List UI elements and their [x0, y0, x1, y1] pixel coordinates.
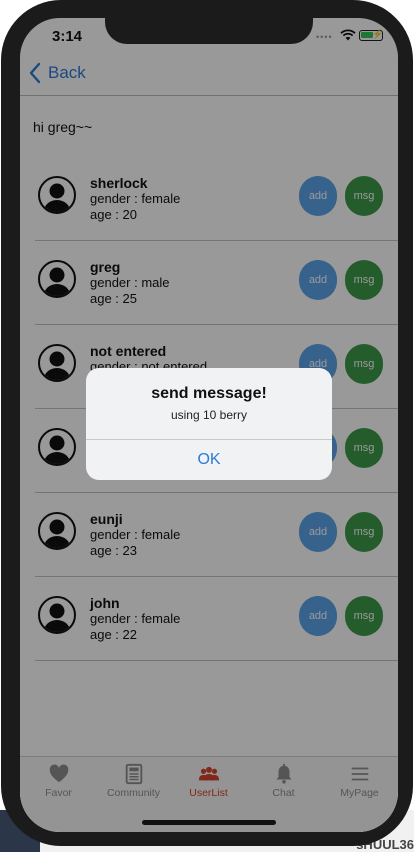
- ok-button[interactable]: OK: [86, 440, 332, 480]
- phone-frame: 3:14 •••• ⚡ Back hi greg~~ sherlock gend…: [1, 0, 413, 846]
- notch: [105, 18, 313, 44]
- alert-title: send message!: [151, 385, 267, 402]
- alert-message: using 10 berry: [170, 408, 248, 422]
- alert-dialog: send message! using 10 berry OK: [86, 368, 332, 480]
- home-indicator[interactable]: [142, 820, 276, 825]
- phone-screen: 3:14 •••• ⚡ Back hi greg~~ sherlock gend…: [20, 18, 398, 832]
